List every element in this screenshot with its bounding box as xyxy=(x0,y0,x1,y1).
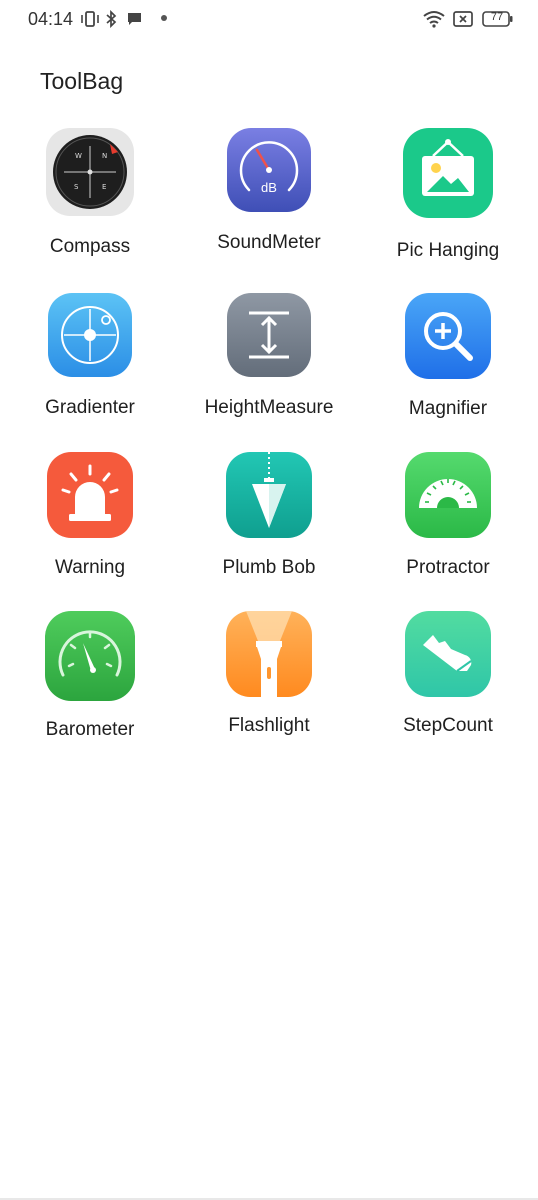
status-bar: 04:14 77 xyxy=(0,0,538,40)
compass-e: E xyxy=(102,183,106,191)
bluetooth-icon xyxy=(106,10,117,28)
app-pic-hanging[interactable]: Pic Hanging xyxy=(359,128,537,262)
compass-icon: W N S E xyxy=(46,128,134,216)
app-label: Warning xyxy=(54,557,126,578)
app-label: StepCount xyxy=(403,715,493,736)
compass-w: W xyxy=(75,152,82,160)
app-label: SoundMeter xyxy=(217,232,321,253)
app-warning[interactable]: Warning xyxy=(1,452,179,579)
app-barometer[interactable]: Barometer xyxy=(1,611,179,741)
protractor-icon xyxy=(405,452,491,538)
gauge-icon xyxy=(45,611,135,701)
app-magnifier[interactable]: Magnifier xyxy=(359,293,537,420)
sound-meter-icon: dB xyxy=(227,128,311,212)
app-label: Magnifier xyxy=(408,398,488,419)
app-protractor[interactable]: Protractor xyxy=(359,452,537,579)
compass-s: S xyxy=(74,183,79,191)
app-plumb-bob[interactable]: Plumb Bob xyxy=(180,452,358,579)
app-height-measure[interactable]: HeightMeasure xyxy=(180,293,358,419)
app-label: Pic Hanging xyxy=(396,240,500,261)
flashlight-icon xyxy=(226,611,312,697)
level-target-icon xyxy=(48,293,132,377)
app-label: Flashlight xyxy=(228,715,310,736)
app-gradienter[interactable]: Gradienter xyxy=(1,293,179,419)
compass-n: N xyxy=(102,152,107,160)
app-label: Compass xyxy=(49,236,131,257)
app-stepcount[interactable]: StepCount xyxy=(359,611,537,737)
message-icon xyxy=(128,13,141,25)
picture-frame-icon xyxy=(403,128,493,218)
status-time: 04:14 xyxy=(28,9,74,29)
app-flashlight[interactable]: Flashlight xyxy=(180,611,358,737)
app-label: HeightMeasure xyxy=(204,397,334,418)
notification-dot-icon xyxy=(161,15,167,21)
app-soundmeter[interactable]: dB SoundMeter xyxy=(180,128,358,254)
shoe-icon xyxy=(405,611,491,697)
app-label: Barometer xyxy=(45,719,135,740)
vibrate-icon xyxy=(81,11,99,27)
app-label: Protractor xyxy=(406,557,490,578)
app-label: Gradienter xyxy=(45,397,135,418)
magnifier-icon xyxy=(405,293,491,379)
wifi-icon xyxy=(423,11,445,28)
no-sim-icon xyxy=(453,11,473,27)
siren-icon xyxy=(47,452,133,538)
battery-level: 77 xyxy=(490,11,504,23)
app-compass[interactable]: W N S E Compass xyxy=(1,128,179,258)
app-label: Plumb Bob xyxy=(222,557,316,578)
plumb-bob-icon xyxy=(226,452,312,538)
db-label: dB xyxy=(261,180,277,195)
height-arrows-icon xyxy=(227,293,311,377)
page-title: ToolBag xyxy=(40,68,124,94)
